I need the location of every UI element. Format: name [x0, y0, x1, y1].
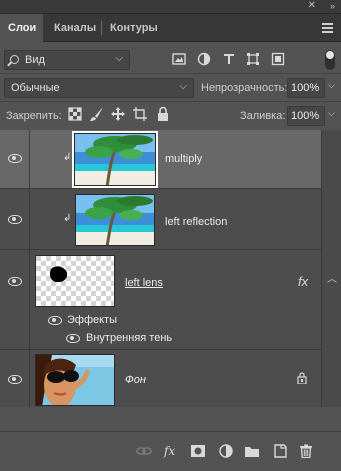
layer-row-multiply[interactable]: ↲ multiply	[0, 130, 321, 189]
opacity-input[interactable]: 100%	[287, 78, 325, 98]
shape-layer-filter-icon[interactable]	[246, 52, 260, 66]
chevron-up-icon[interactable]: ︿	[327, 270, 337, 285]
layer-thumbnail[interactable]	[35, 354, 115, 406]
clipping-mask-icon: ↲	[63, 213, 72, 224]
blend-mode-value: Обычные	[11, 82, 60, 94]
layer-filter-label: Вид	[25, 54, 45, 66]
type-layer-filter-icon[interactable]	[222, 52, 236, 66]
filter-toggle[interactable]	[325, 50, 335, 70]
layers-list: ↲ multiply ↲ left reflection left lens f…	[0, 130, 341, 407]
effect-eye-icon[interactable]	[66, 334, 80, 343]
lock-image-pixels-icon[interactable]	[89, 106, 105, 122]
fill-dropdown-icon[interactable]: ⌵	[328, 108, 335, 119]
new-adjustment-layer-icon[interactable]	[218, 444, 234, 458]
eye-icon[interactable]	[8, 375, 22, 384]
fill-input[interactable]: 100%	[287, 106, 325, 126]
collapse-panel-icon[interactable]: »	[330, 1, 335, 11]
layer-style-fx-icon[interactable]: fx	[163, 444, 179, 458]
layer-filter-select[interactable]: Вид ⌵	[4, 50, 130, 70]
layers-scrollbar[interactable]: ︿	[321, 130, 341, 407]
fill-label: Заливка:	[240, 110, 286, 122]
inner-shadow-effect[interactable]: Внутренняя тень	[86, 332, 172, 344]
lock-transparent-pixels-icon[interactable]	[67, 106, 83, 122]
eye-icon[interactable]	[8, 154, 22, 163]
eye-icon[interactable]	[8, 277, 22, 286]
adjustment-layer-filter-icon[interactable]	[197, 52, 211, 66]
chevron-down-icon: ⌵	[115, 53, 123, 64]
panel-menu-icon[interactable]	[322, 23, 333, 33]
chevron-down-icon: ⌵	[179, 81, 187, 92]
blend-mode-select[interactable]: Обычные ⌵	[4, 78, 194, 98]
add-layer-mask-icon[interactable]	[190, 444, 206, 458]
divider	[0, 73, 341, 74]
layer-row-left-lens[interactable]: left lens fx Эффекты Внутренняя тень	[0, 250, 321, 350]
close-panel-icon[interactable]: ✕	[308, 0, 316, 11]
opacity-dropdown-icon[interactable]: ⌵	[328, 80, 335, 91]
lock-icon	[297, 372, 307, 384]
layer-name[interactable]: left lens	[125, 277, 163, 289]
visibility-column	[0, 130, 30, 188]
link-layers-icon[interactable]	[136, 444, 152, 458]
svg-text:fx: fx	[163, 444, 175, 458]
smart-object-filter-icon[interactable]	[271, 52, 285, 66]
lock-artboard-icon[interactable]	[132, 106, 148, 122]
layer-name[interactable]: left reflection	[165, 216, 227, 228]
tab-paths[interactable]: Контуры	[102, 14, 166, 42]
effects-eye-icon[interactable]	[48, 316, 62, 325]
visibility-column	[0, 350, 30, 407]
layer-thumbnail[interactable]	[35, 255, 115, 307]
lock-label: Закрепить:	[6, 110, 62, 122]
effects-label: Эффекты	[67, 314, 118, 326]
opacity-label: Непрозрачность:	[201, 82, 288, 94]
fx-badge-icon[interactable]: fx	[298, 274, 308, 289]
eye-icon[interactable]	[8, 215, 22, 224]
layer-name[interactable]: Фон	[125, 374, 146, 386]
panel-tabs: Слои Каналы Контуры	[0, 14, 341, 42]
pixel-layer-filter-icon[interactable]	[172, 52, 186, 66]
tab-layers[interactable]: Слои	[0, 14, 43, 42]
panel-title-strip: ✕ »	[0, 0, 341, 14]
tab-channels[interactable]: Каналы	[46, 14, 104, 42]
search-icon	[10, 55, 19, 64]
trash-icon[interactable]	[298, 444, 314, 458]
clipping-mask-icon: ↲	[63, 152, 72, 163]
new-layer-icon[interactable]	[272, 444, 288, 458]
layer-row-background[interactable]: Фон	[0, 350, 321, 407]
lock-all-icon[interactable]	[155, 106, 171, 122]
new-group-folder-icon[interactable]	[244, 444, 260, 458]
visibility-column	[0, 250, 80, 349]
divider	[0, 101, 341, 102]
lock-position-icon[interactable]	[110, 106, 126, 122]
layer-name[interactable]: multiply	[165, 153, 202, 165]
layer-thumbnail[interactable]	[72, 131, 158, 188]
visibility-column	[0, 189, 30, 249]
layer-row-left-reflection[interactable]: ↲ left reflection	[0, 189, 321, 250]
layer-thumbnail[interactable]	[75, 194, 155, 246]
